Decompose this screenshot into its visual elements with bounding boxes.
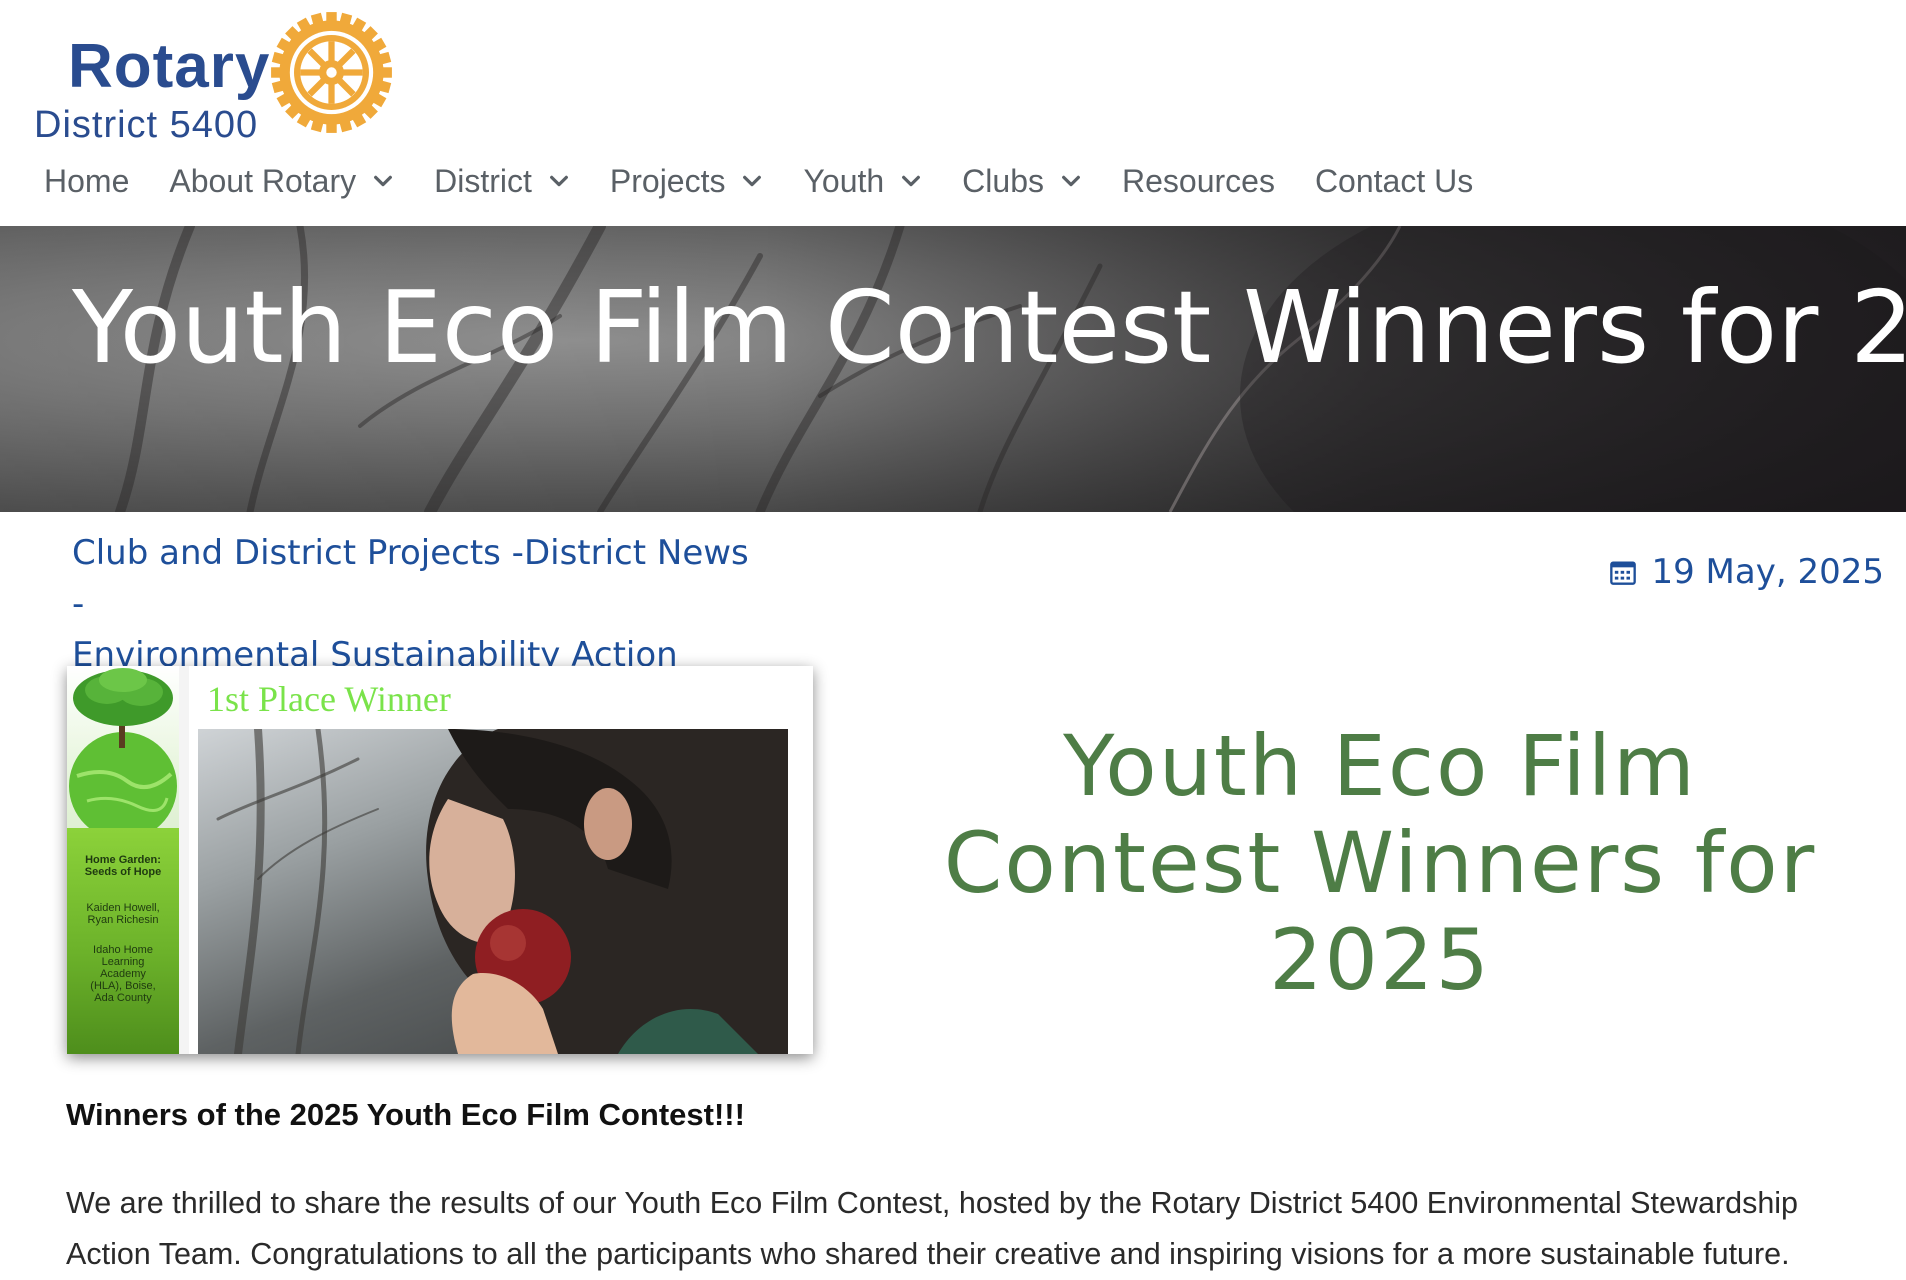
nav-item-label: Home — [44, 162, 130, 199]
wheel-tooth — [379, 67, 392, 78]
nav-item-about-rotary[interactable]: About Rotary — [169, 163, 394, 200]
hero-banner: Youth Eco Film Contest Winners for 2025 — [0, 226, 1906, 512]
wheel-tooth — [326, 120, 337, 133]
logo-brand-text: Rotary — [68, 32, 271, 101]
film-makers-line: Ryan Richesin — [87, 914, 159, 926]
article-heading-line: Contest Winners for — [943, 814, 1817, 912]
chevron-down-icon — [743, 175, 762, 187]
calendar-icon — [1610, 561, 1637, 585]
logo-district-text: District 5400 — [34, 104, 259, 146]
film-school-line: Academy — [100, 968, 146, 980]
category-separator: - — [500, 533, 524, 573]
article-heading-line: Youth Eco Film — [1063, 717, 1697, 815]
film-school-line: Ada County — [94, 992, 152, 1004]
nav-item-label: Projects — [609, 162, 726, 199]
post-date: 19 May, 2025 — [1609, 552, 1884, 592]
category-separator: - — [72, 584, 85, 624]
globe-tree-icon — [69, 668, 177, 840]
site-logo[interactable]: Rotary District 5400 — [34, 8, 404, 153]
nav-item-label: Contact Us — [1314, 162, 1474, 199]
featured-image[interactable]: Home Garden: Seeds of Hope Kaiden Howell… — [67, 666, 813, 1054]
main-nav: Home About Rotary District Projects Yout… — [44, 156, 1513, 206]
article-heading: Youth Eco Film Contest Winners for 2025 — [930, 718, 1830, 1009]
nav-item-label: About Rotary — [169, 162, 357, 199]
nav-item-district[interactable]: District — [434, 163, 570, 200]
chevron-down-icon — [374, 175, 393, 187]
nav-item-resources[interactable]: Resources — [1122, 163, 1275, 200]
article-subheading: Winners of the 2025 Youth Eco Film Conte… — [66, 1097, 745, 1132]
film-school-line: Learning — [101, 956, 145, 968]
nav-item-label: Resources — [1121, 162, 1275, 199]
nav-item-contact-us[interactable]: Contact Us — [1315, 163, 1473, 200]
film-school-line: Idaho Home — [93, 944, 153, 956]
nav-item-youth[interactable]: Youth — [803, 163, 922, 200]
chevron-down-icon — [902, 175, 921, 187]
article-heading-line: 2025 — [1269, 911, 1491, 1009]
wheel-tooth — [271, 67, 284, 78]
nav-item-label: Clubs — [962, 162, 1044, 199]
hero-title: Youth Eco Film Contest Winners for 2025 — [72, 269, 1906, 386]
chevron-down-icon — [549, 175, 568, 187]
panel-divider — [179, 666, 189, 1054]
chevron-down-icon — [1062, 175, 1080, 187]
nav-item-label: Youth — [803, 162, 885, 199]
nav-item-clubs[interactable]: Clubs — [962, 163, 1082, 200]
nav-item-projects[interactable]: Projects — [610, 163, 764, 200]
film-still-photo — [198, 729, 788, 1054]
globe-tree-image — [67, 666, 179, 840]
winner-title: 1st Place Winner — [207, 679, 451, 719]
rotary-wheel-icon — [271, 12, 392, 133]
post-date-text: 19 May, 2025 — [1651, 552, 1884, 592]
film-school-line: (HLA), Boise, — [90, 980, 156, 992]
nav-item-label: District — [434, 162, 532, 199]
film-makers-line: Kaiden Howell, — [86, 902, 160, 914]
film-title-line: Home Garden: — [85, 854, 161, 866]
nav-item-home[interactable]: Home — [44, 163, 129, 200]
article-paragraph: We are thrilled to share the results of … — [66, 1186, 1799, 1271]
film-title-line: Seeds of Hope — [84, 866, 162, 878]
category-link[interactable]: District News — [524, 533, 749, 573]
film-info-panel: Home Garden: Seeds of Hope Kaiden Howell… — [67, 828, 179, 1054]
wheel-tooth — [326, 12, 337, 25]
category-link[interactable]: Club and District Projects — [72, 533, 501, 573]
